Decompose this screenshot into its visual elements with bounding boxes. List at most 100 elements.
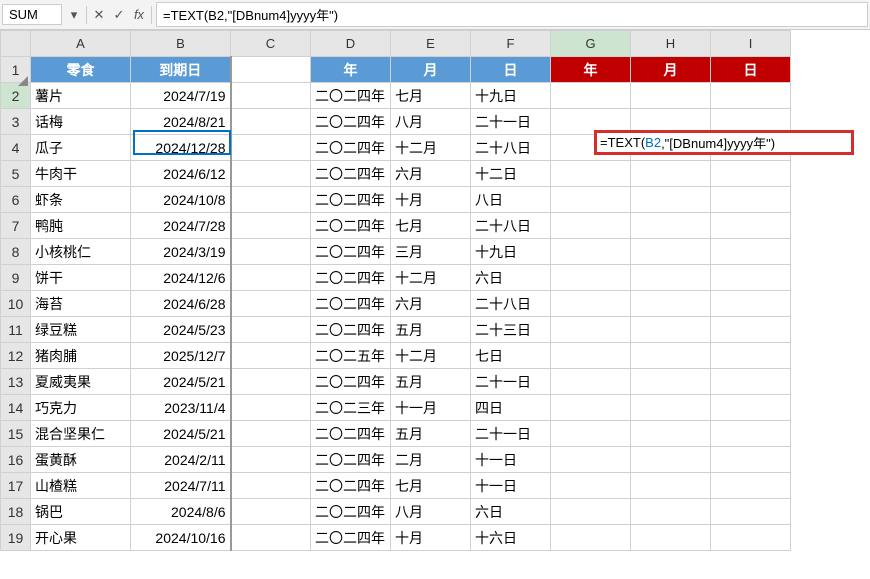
col-header-G[interactable]: G <box>551 31 631 57</box>
cell[interactable] <box>551 395 631 421</box>
cell[interactable] <box>711 395 791 421</box>
cell[interactable]: 六月 <box>391 291 471 317</box>
col-header-C[interactable]: C <box>231 31 311 57</box>
cell[interactable]: 零食 <box>31 57 131 83</box>
cell[interactable]: 二十三日 <box>471 317 551 343</box>
cell[interactable] <box>631 499 711 525</box>
cell[interactable] <box>551 213 631 239</box>
cell[interactable] <box>551 161 631 187</box>
row-header[interactable]: 16 <box>1 447 31 473</box>
cell[interactable] <box>631 473 711 499</box>
cell[interactable] <box>711 265 791 291</box>
cell[interactable]: 二十一日 <box>471 109 551 135</box>
cell[interactable]: 二〇二四年 <box>311 83 391 109</box>
cell[interactable]: 十九日 <box>471 239 551 265</box>
cell[interactable]: 二〇二四年 <box>311 499 391 525</box>
cell[interactable]: 二〇二四年 <box>311 291 391 317</box>
cell[interactable]: 二十八日 <box>471 135 551 161</box>
cell[interactable]: 2023/11/4 <box>131 395 231 421</box>
cell[interactable]: 十六日 <box>471 525 551 551</box>
cell[interactable] <box>231 473 311 499</box>
cell[interactable] <box>631 395 711 421</box>
cancel-icon[interactable]: ✕ <box>89 4 109 26</box>
cell[interactable] <box>711 161 791 187</box>
cell[interactable]: 绿豆糕 <box>31 317 131 343</box>
cell[interactable] <box>231 525 311 551</box>
cell[interactable] <box>631 265 711 291</box>
cell[interactable]: 十二月 <box>391 135 471 161</box>
cell[interactable] <box>551 187 631 213</box>
cell[interactable]: 锅巴 <box>31 499 131 525</box>
cell[interactable]: 二〇二三年 <box>311 395 391 421</box>
col-header-B[interactable]: B <box>131 31 231 57</box>
cell[interactable]: 二十一日 <box>471 369 551 395</box>
cell[interactable]: 三月 <box>391 239 471 265</box>
cell[interactable]: 猪肉脯 <box>31 343 131 369</box>
cell[interactable] <box>231 499 311 525</box>
cell[interactable] <box>631 343 711 369</box>
cell[interactable] <box>231 343 311 369</box>
row-header[interactable]: 12 <box>1 343 31 369</box>
cell[interactable]: 2024/2/11 <box>131 447 231 473</box>
cell[interactable]: 六月 <box>391 161 471 187</box>
cell[interactable]: 八月 <box>391 109 471 135</box>
row-header[interactable]: 7 <box>1 213 31 239</box>
cell[interactable] <box>631 421 711 447</box>
cell[interactable]: 2024/7/11 <box>131 473 231 499</box>
cell[interactable] <box>631 213 711 239</box>
row-header[interactable]: 4 <box>1 135 31 161</box>
cell[interactable] <box>231 83 311 109</box>
row-header[interactable]: 2 <box>1 83 31 109</box>
cell[interactable]: 十一日 <box>471 473 551 499</box>
row-header[interactable]: 14 <box>1 395 31 421</box>
cell[interactable]: 2024/5/21 <box>131 369 231 395</box>
cell[interactable]: 二十八日 <box>471 213 551 239</box>
cell[interactable] <box>231 161 311 187</box>
cell[interactable]: 十一月 <box>391 395 471 421</box>
cell[interactable]: 日 <box>711 57 791 83</box>
cell[interactable] <box>551 83 631 109</box>
row-header[interactable]: 9 <box>1 265 31 291</box>
cell[interactable]: 十二月 <box>391 343 471 369</box>
cell[interactable]: 饼干 <box>31 265 131 291</box>
cell[interactable]: 日 <box>471 57 551 83</box>
name-box-dropdown-icon[interactable]: ▾ <box>64 4 84 26</box>
cell[interactable] <box>711 369 791 395</box>
cell[interactable]: 二月 <box>391 447 471 473</box>
row-header[interactable]: 8 <box>1 239 31 265</box>
cell[interactable]: 月 <box>391 57 471 83</box>
cell[interactable] <box>631 525 711 551</box>
cell[interactable] <box>231 109 311 135</box>
select-all-cell[interactable] <box>1 31 31 57</box>
cell[interactable]: 到期日 <box>131 57 231 83</box>
cell[interactable]: 年 <box>311 57 391 83</box>
col-header-E[interactable]: E <box>391 31 471 57</box>
cell[interactable]: 十月 <box>391 187 471 213</box>
cell[interactable]: 2024/6/12 <box>131 161 231 187</box>
row-header[interactable]: 6 <box>1 187 31 213</box>
cell[interactable]: 二〇二五年 <box>311 343 391 369</box>
row-header[interactable]: 5 <box>1 161 31 187</box>
cell[interactable]: 二〇二四年 <box>311 317 391 343</box>
cell[interactable] <box>231 57 311 83</box>
cell[interactable]: 话梅 <box>31 109 131 135</box>
cell[interactable]: 八月 <box>391 499 471 525</box>
cell[interactable] <box>631 447 711 473</box>
name-box[interactable]: SUM <box>2 4 62 25</box>
cell[interactable] <box>711 447 791 473</box>
cell[interactable]: 年 <box>551 57 631 83</box>
cell[interactable] <box>711 473 791 499</box>
cell[interactable]: 二〇二四年 <box>311 447 391 473</box>
row-header[interactable]: 13 <box>1 369 31 395</box>
cell[interactable]: 十二日 <box>471 161 551 187</box>
row-header[interactable]: 10 <box>1 291 31 317</box>
cell[interactable]: 二〇二四年 <box>311 421 391 447</box>
row-header[interactable]: 3 <box>1 109 31 135</box>
cell[interactable] <box>551 291 631 317</box>
cell[interactable] <box>231 265 311 291</box>
cell[interactable] <box>711 421 791 447</box>
cell[interactable]: 五月 <box>391 369 471 395</box>
cell[interactable] <box>631 187 711 213</box>
select-all-triangle-icon[interactable] <box>18 76 28 86</box>
cell[interactable]: 2024/12/6 <box>131 265 231 291</box>
